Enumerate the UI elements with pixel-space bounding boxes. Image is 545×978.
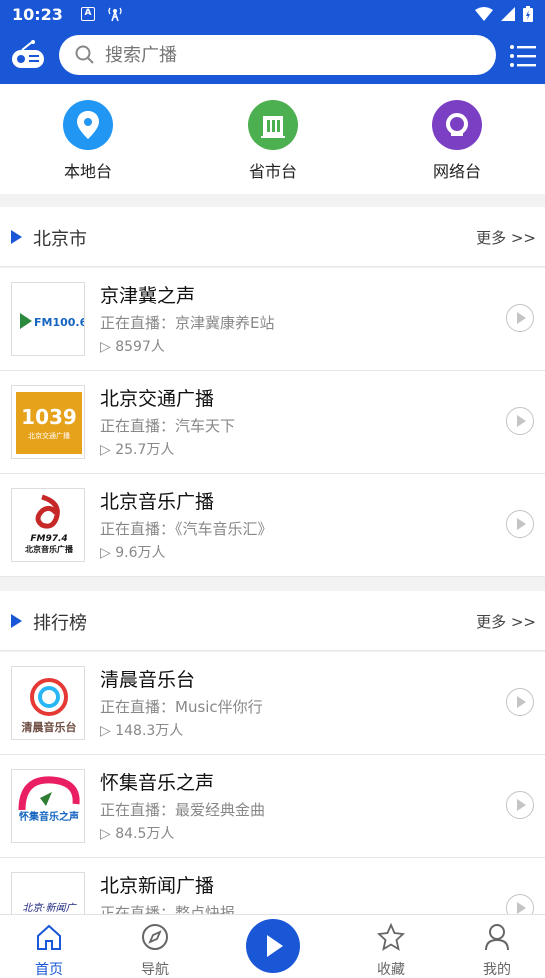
triangle-marker-icon — [11, 614, 22, 628]
location-pin-icon — [63, 100, 113, 150]
svg-text:北京·新闻广: 北京·新闻广 — [22, 902, 77, 914]
tab-home[interactable]: 首页 — [19, 923, 79, 978]
category-local[interactable]: 本地台 — [38, 100, 138, 182]
now-playing: 正在直播：《汽车音乐汇》 — [100, 520, 273, 538]
listener-count: ▷ 8597人 — [100, 339, 165, 355]
tab-favorites[interactable]: 收藏 — [361, 922, 421, 978]
play-circle-icon[interactable] — [506, 407, 534, 435]
svg-text:怀集音乐之声: 怀集音乐之声 — [19, 810, 79, 823]
station-item[interactable]: FM97.4 北京音乐广播 北京音乐广播 正在直播：《汽车音乐汇》 ▷ 9.6万… — [0, 474, 545, 577]
wifi-icon — [475, 7, 493, 21]
category-label: 本地台 — [63, 162, 112, 181]
home-icon — [37, 924, 61, 950]
now-playing: 正在直播：Music伴你行 — [100, 698, 263, 716]
play-circle-icon[interactable] — [506, 791, 534, 819]
listener-count: ▷ 25.7万人 — [100, 442, 175, 458]
station-item[interactable]: FM100.6 京津冀之声 正在直播：京津冀康养E站 ▷ 8597人 — [0, 268, 545, 371]
listener-count: ▷ 148.3万人 — [100, 723, 184, 739]
listener-count: ▷ 84.5万人 — [100, 826, 175, 842]
status-bar: 10:23 A — [0, 0, 545, 28]
building-icon — [248, 100, 298, 150]
svg-text:北京音乐广播: 北京音乐广播 — [25, 544, 74, 554]
svg-text:FM97.4: FM97.4 — [30, 534, 67, 544]
tab-label: 收藏 — [377, 962, 405, 978]
station-name: 清晨音乐台 — [100, 669, 196, 691]
section-title: 排行榜 — [33, 613, 87, 634]
category-label: 网络台 — [432, 162, 481, 181]
svg-text:FM100.6: FM100.6 — [34, 316, 85, 329]
svg-text:1039: 1039 — [21, 405, 77, 429]
category-row: 本地台 省市台 网络台 — [0, 84, 545, 194]
triangle-marker-icon — [11, 230, 22, 244]
station-name: 京津冀之声 — [100, 285, 196, 307]
battery-icon — [523, 6, 533, 22]
station-logo: 1039 北京交通广播 — [11, 385, 85, 459]
now-playing: 正在直播：汽车天下 — [100, 417, 236, 435]
network-q-icon — [432, 100, 482, 150]
station-name: 北京音乐广播 — [100, 491, 215, 513]
now-playing: 正在直播：京津冀康养E站 — [100, 314, 275, 332]
tab-navigation[interactable]: 导航 — [125, 923, 185, 978]
section-title: 北京市 — [33, 229, 87, 250]
menu-list-icon[interactable] — [510, 44, 536, 68]
play-circle-icon[interactable] — [506, 304, 534, 332]
now-playing: 正在直播：最爱经典金曲 — [100, 801, 266, 819]
compass-icon — [142, 924, 168, 950]
status-time: 10:23 — [12, 4, 63, 24]
search-box[interactable] — [59, 35, 496, 75]
user-icon — [485, 924, 509, 951]
station-logo: FM97.4 北京音乐广播 — [11, 488, 85, 562]
antenna-icon — [108, 7, 122, 22]
svg-text:清晨音乐台: 清晨音乐台 — [22, 720, 77, 734]
section-header-rank: 排行榜 更多 >> — [0, 591, 545, 651]
more-link[interactable]: 更多 >> — [476, 611, 536, 632]
svg-text:北京交通广播: 北京交通广播 — [28, 431, 70, 440]
station-item[interactable]: 清晨音乐台 清晨音乐台 正在直播：Music伴你行 ▷ 148.3万人 — [0, 652, 545, 755]
tab-label: 首页 — [35, 962, 63, 978]
station-item[interactable]: 怀集音乐之声 怀集音乐之声 正在直播：最爱经典金曲 ▷ 84.5万人 — [0, 755, 545, 858]
station-name: 怀集音乐之声 — [100, 772, 215, 794]
tab-label: 我的 — [483, 962, 511, 978]
section-header-local: 北京市 更多 >> — [0, 207, 545, 267]
tab-label: 导航 — [141, 962, 169, 978]
play-circle-icon[interactable] — [506, 688, 534, 716]
category-label: 省市台 — [248, 162, 297, 181]
station-name: 北京新闻广播 — [100, 875, 215, 897]
signal-icon — [501, 7, 515, 21]
station-item[interactable]: 1039 北京交通广播 北京交通广播 正在直播：汽车天下 ▷ 25.7万人 — [0, 371, 545, 474]
station-name: 北京交通广播 — [100, 388, 215, 410]
station-logo: FM100.6 — [11, 282, 85, 356]
station-logo: 清晨音乐台 — [11, 666, 85, 740]
listener-count: ▷ 9.6万人 — [100, 545, 166, 561]
category-province[interactable]: 省市台 — [223, 100, 323, 182]
search-input[interactable] — [105, 44, 465, 66]
search-icon — [75, 45, 94, 64]
radio-icon[interactable] — [10, 38, 46, 74]
center-play-button[interactable] — [246, 919, 300, 973]
play-circle-icon[interactable] — [506, 510, 534, 538]
tab-mine[interactable]: 我的 — [467, 923, 527, 978]
more-link[interactable]: 更多 >> — [476, 227, 536, 248]
category-network[interactable]: 网络台 — [407, 100, 507, 182]
star-icon — [376, 922, 406, 951]
notification-a-icon: A — [80, 7, 95, 21]
station-logo: 怀集音乐之声 — [11, 769, 85, 843]
top-bar — [0, 28, 545, 84]
